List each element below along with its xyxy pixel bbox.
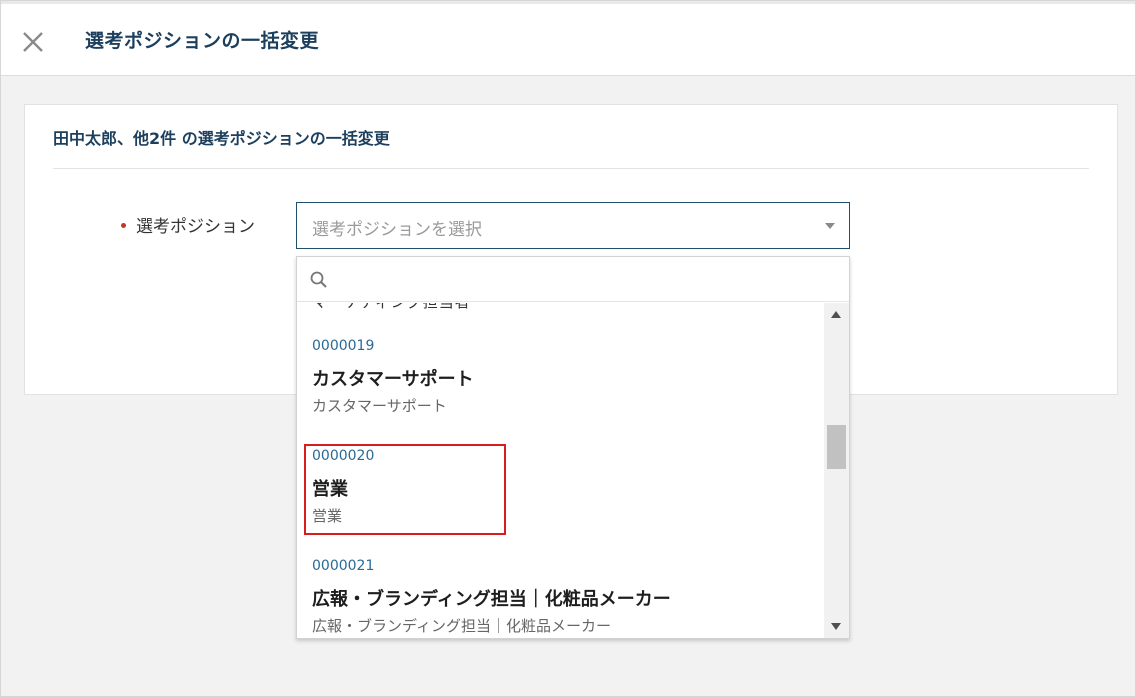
option-subtitle: カスタマーサポート — [312, 397, 447, 415]
option-code: 0000020 — [312, 448, 375, 464]
card-title: 田中太郎、他2件 の選考ポジションの一括変更 — [53, 129, 390, 148]
option-name: カスタマーサポート — [312, 369, 474, 390]
page-title: 選考ポジションの一括変更 — [85, 30, 320, 52]
scroll-thumb[interactable] — [827, 425, 846, 469]
scrollbar[interactable] — [824, 303, 849, 638]
required-marker — [121, 222, 126, 228]
close-icon — [23, 32, 43, 52]
option-subtitle: 営業 — [312, 507, 343, 525]
option-subtitle: 広報・ブランディング担当｜化粧品メーカー — [312, 617, 611, 635]
search-icon — [310, 271, 327, 288]
option-0000021[interactable]: 0000021 広報・ブランディング担当｜化粧品メーカー 広報・ブランディング担… — [297, 558, 824, 638]
option-name: 広報・ブランディング担当｜化粧品メーカー — [312, 589, 671, 610]
option-name: 営業 — [312, 479, 348, 500]
option-0000020[interactable]: 0000020 営業 営業 — [297, 448, 824, 558]
select-placeholder: 選考ポジションを選択 — [312, 220, 482, 240]
position-dropdown: マーケティング担当者 0000019 カスタマーサポート カスタマーサポート 0… — [296, 256, 850, 639]
option-code: 0000021 — [312, 558, 375, 574]
list-item-cutoff[interactable]: マーケティング担当者 — [312, 303, 471, 312]
scroll-down-arrow-icon[interactable] — [831, 623, 841, 630]
position-field-label: 選考ポジション — [121, 212, 255, 237]
field-label-text: 選考ポジション — [136, 217, 255, 237]
chevron-down-icon — [825, 223, 835, 229]
option-0000019[interactable]: 0000019 カスタマーサポート カスタマーサポート — [297, 338, 824, 448]
option-list: マーケティング担当者 0000019 カスタマーサポート カスタマーサポート 0… — [297, 303, 824, 638]
scroll-up-arrow-icon[interactable] — [831, 311, 841, 318]
close-button[interactable] — [19, 28, 47, 56]
option-code: 0000019 — [312, 338, 375, 354]
dropdown-search — [297, 257, 849, 302]
position-select[interactable]: 選考ポジションを選択 — [296, 202, 850, 249]
divider — [53, 168, 1089, 169]
search-input[interactable] — [337, 265, 837, 293]
modal-header: 選考ポジションの一括変更 — [1, 1, 1135, 76]
app-frame: 選考ポジションの一括変更 田中太郎、他2件 の選考ポジションの一括変更 選考ポジ… — [0, 0, 1136, 697]
